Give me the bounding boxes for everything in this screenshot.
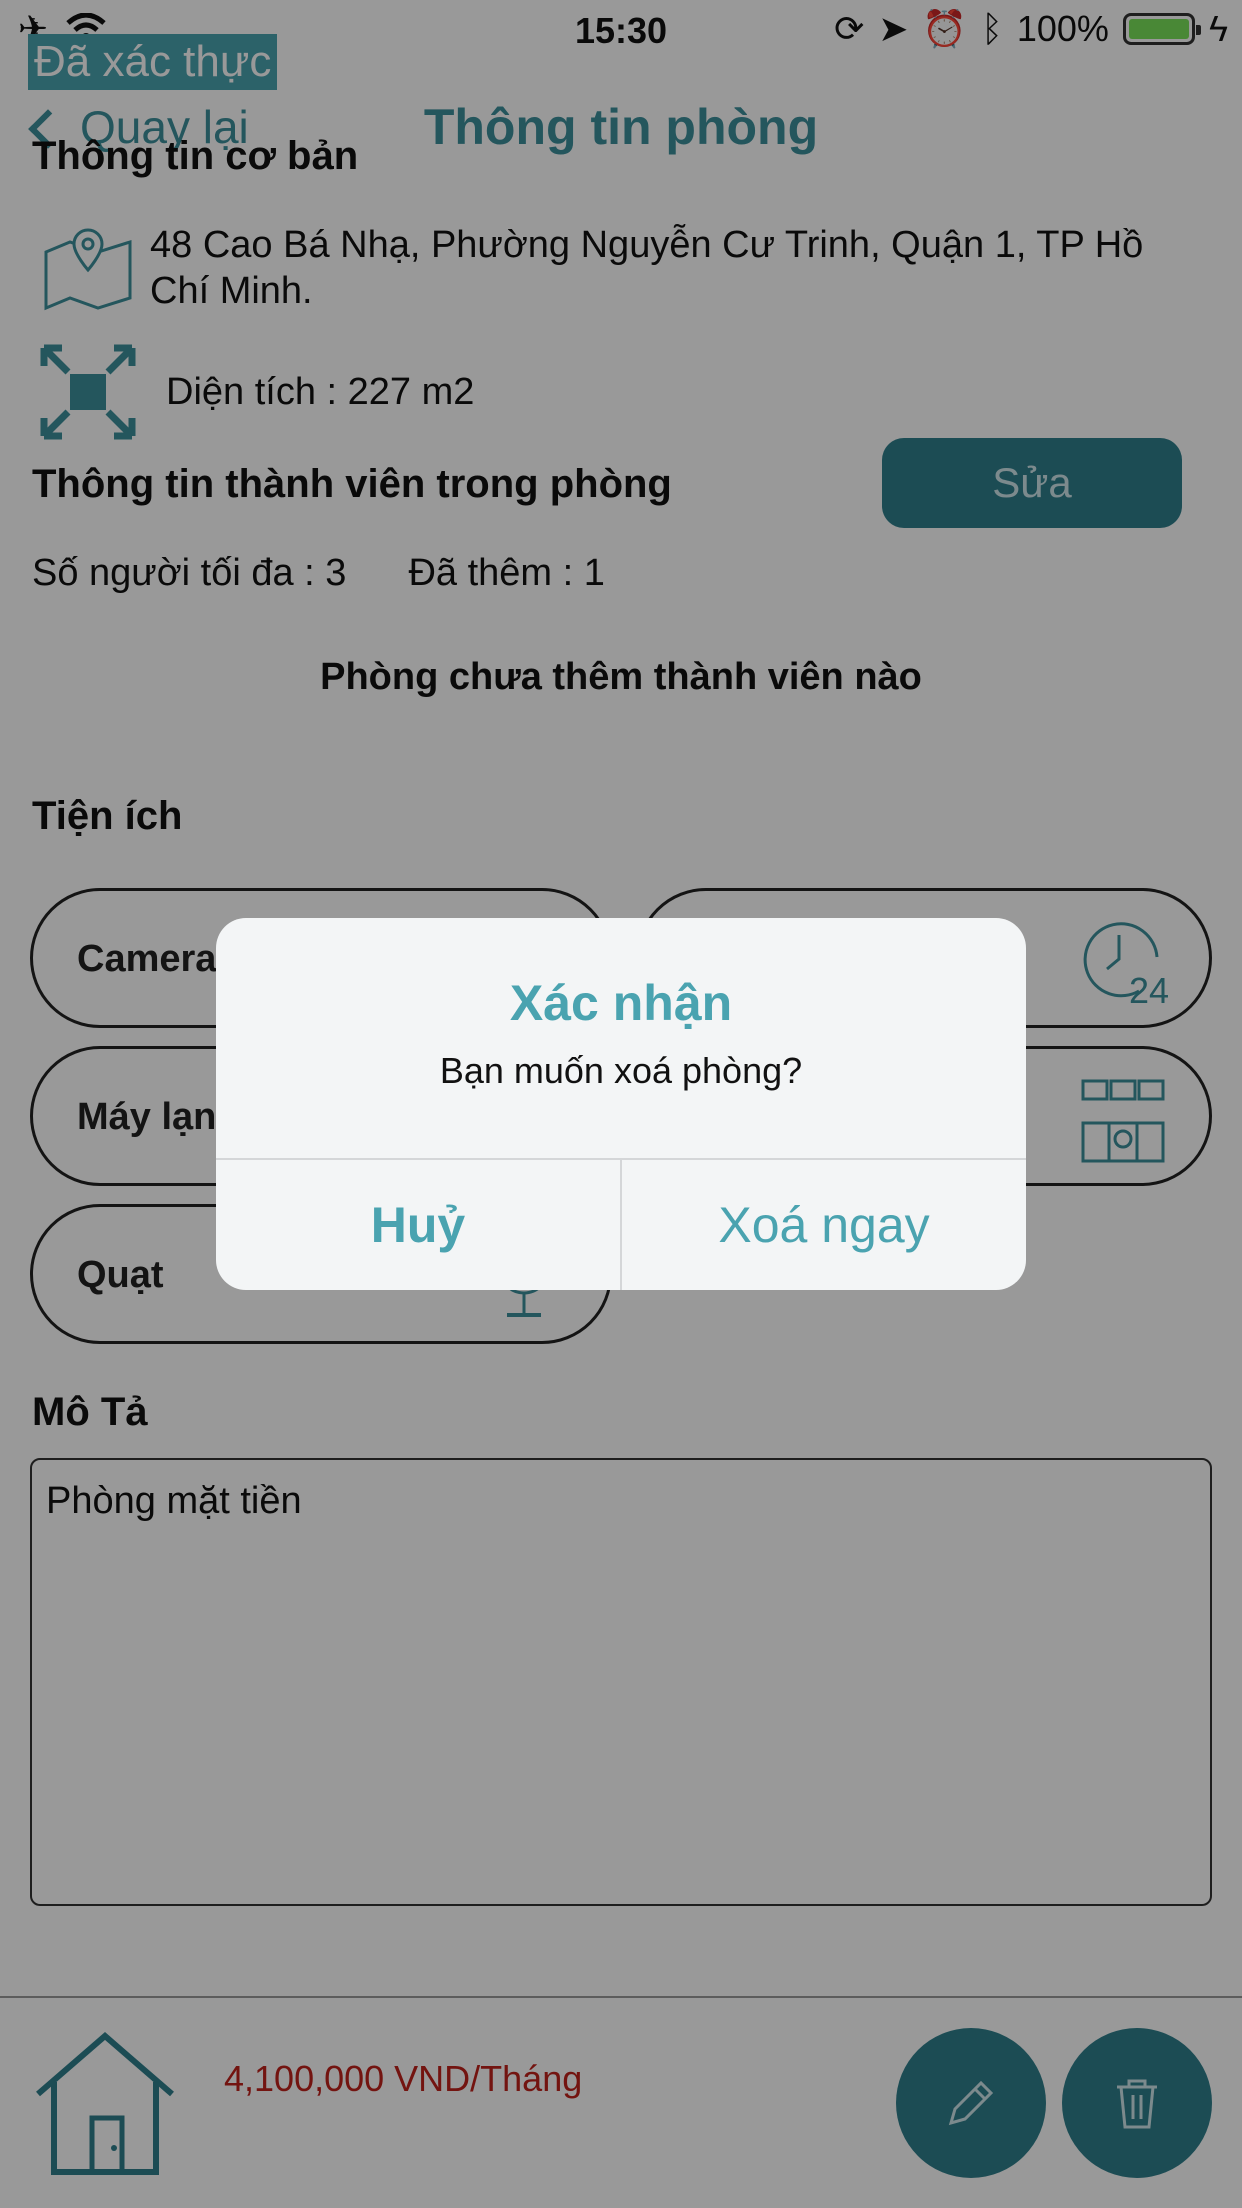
confirm-delete-dialog: Xác nhận Bạn muốn xoá phòng? Huỷ Xoá nga… bbox=[216, 918, 1026, 1290]
delete-now-button[interactable]: Xoá ngay bbox=[622, 1160, 1026, 1290]
dialog-title: Xác nhận bbox=[509, 975, 733, 1031]
cancel-button[interactable]: Huỷ bbox=[216, 1160, 620, 1290]
dialog-message: Bạn muốn xoá phòng? bbox=[439, 1050, 803, 1091]
room-info-screen: ✈ 15:30 ⟳ ➤ ⏰ ᛒ 100% ϟ Đã xác thực Quay … bbox=[0, 0, 1242, 2208]
